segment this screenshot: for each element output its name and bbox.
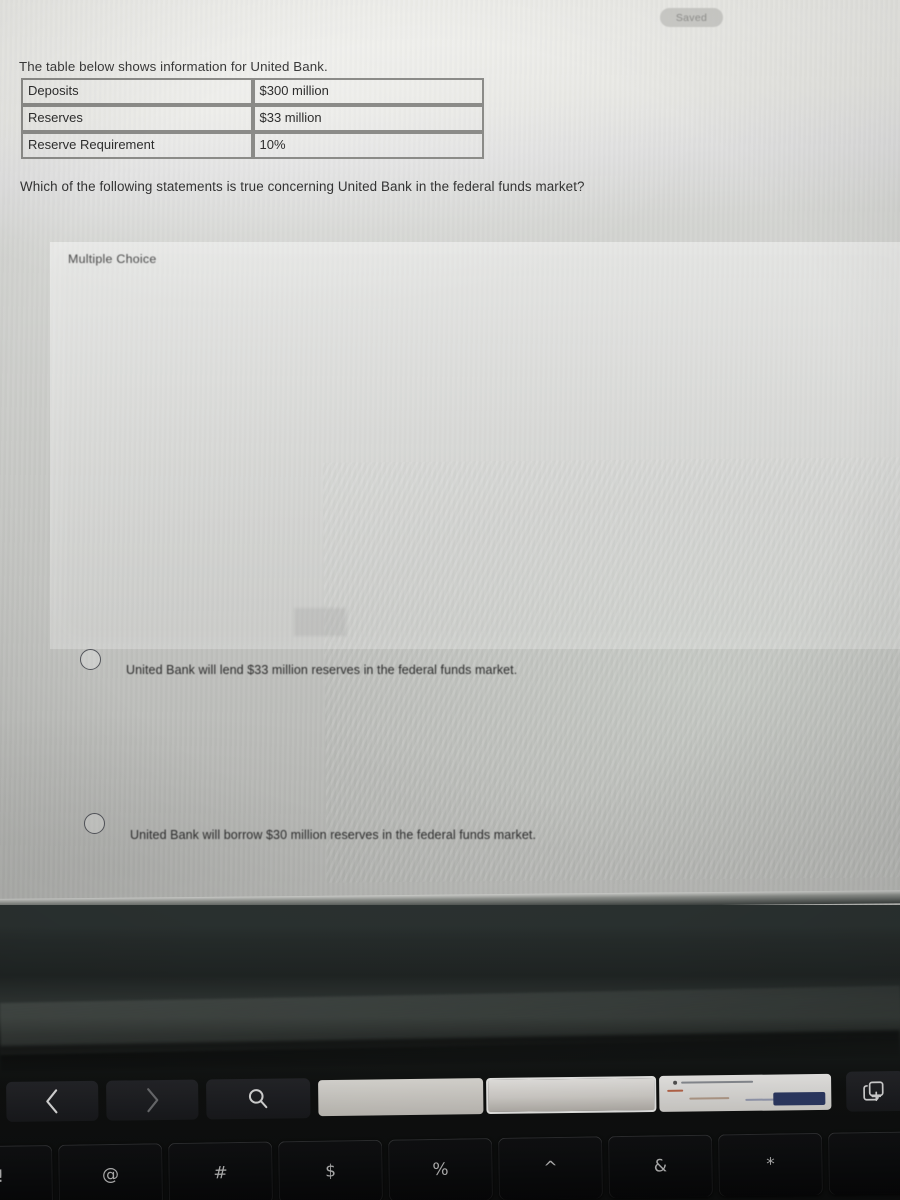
touchbar-tab-strip: [318, 1073, 838, 1117]
table-row: Reserve Requirement 10%: [21, 132, 484, 159]
choice-option-a[interactable]: United Bank will lend $33 million reserv…: [12, 332, 712, 677]
back-icon[interactable]: [6, 1080, 99, 1122]
key-at[interactable]: @: [58, 1143, 164, 1200]
table-cell-value: $33 million: [252, 105, 484, 132]
tab-thumbnail-2[interactable]: [486, 1075, 657, 1115]
search-icon[interactable]: [206, 1078, 311, 1120]
radio-button-b[interactable]: [84, 813, 105, 834]
bank-info-table: Deposits $300 million Reserves $33 milli…: [21, 78, 484, 159]
table-cell-label: Reserve Requirement: [21, 132, 253, 159]
choice-option-c[interactable]: United Bank will lend $3 million reserve…: [12, 490, 712, 997]
choice-label-a: United Bank will lend $33 million reserv…: [126, 663, 518, 677]
choice-label-b: United Bank will borrow $30 million rese…: [130, 828, 537, 842]
key-hash[interactable]: #: [168, 1141, 274, 1200]
table-row: Deposits $300 million: [21, 78, 484, 105]
tab-thumbnail-1[interactable]: [318, 1078, 484, 1117]
screen-artifact: [294, 608, 346, 636]
laptop-screen-photo: Saved The table below shows information …: [0, 0, 900, 1200]
key-partial-right[interactable]: [827, 1131, 900, 1195]
table-cell-value: $300 million: [252, 78, 484, 105]
question-text: Which of the following statements is tru…: [20, 179, 585, 194]
key-exclamation[interactable]: !: [0, 1144, 54, 1200]
table-cell-label: Deposits: [21, 78, 253, 105]
status-badge: Saved: [660, 8, 723, 27]
question-stem: The table below shows information for Un…: [19, 59, 328, 74]
table-cell-label: Reserves: [21, 105, 253, 132]
key-dollar[interactable]: $: [278, 1139, 384, 1200]
table-row: Reserves $33 million: [21, 105, 484, 132]
radio-button-a[interactable]: [80, 649, 101, 670]
choice-option-d[interactable]: United Bank will borrow $3 million reser…: [12, 571, 712, 1155]
forward-icon[interactable]: [106, 1079, 199, 1121]
new-tab-icon[interactable]: [845, 1070, 900, 1112]
key-caret[interactable]: ^: [498, 1136, 603, 1200]
tab-thumbnail-3[interactable]: [659, 1073, 832, 1112]
key-percent[interactable]: %: [388, 1138, 494, 1200]
key-ampersand[interactable]: &: [608, 1134, 713, 1199]
key-asterisk[interactable]: *: [718, 1132, 823, 1197]
quiz-page: Saved The table below shows information …: [12, 8, 900, 1155]
table-cell-value: 10%: [252, 132, 484, 159]
question-type-label: Multiple Choice: [68, 252, 157, 266]
choice-option-b[interactable]: United Bank will borrow $30 million rese…: [12, 414, 712, 842]
